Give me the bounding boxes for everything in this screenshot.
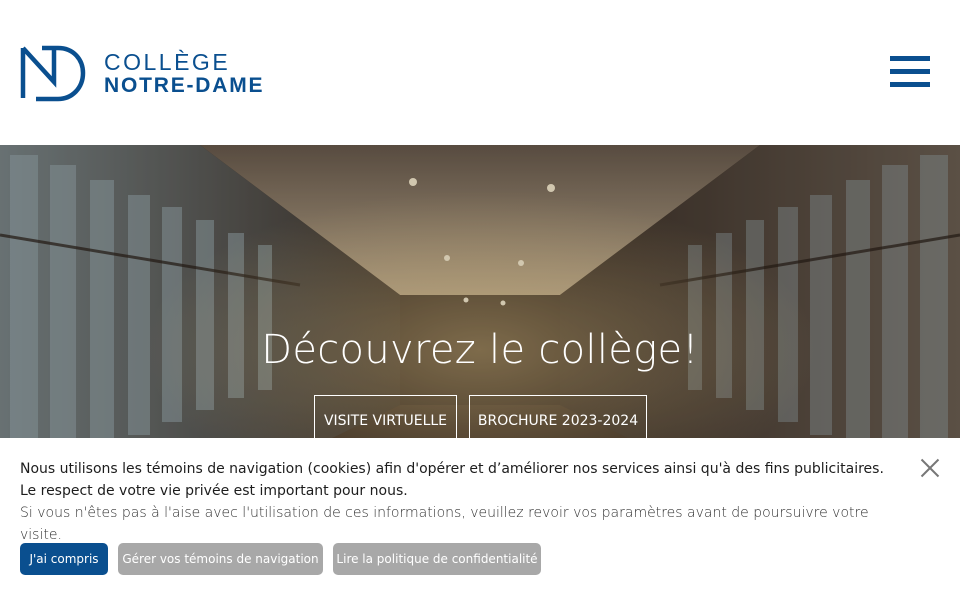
site-header: COLLÈGE NOTRE-DAME	[0, 0, 960, 145]
close-icon[interactable]	[918, 456, 942, 480]
cookie-consent-banner: Nous utilisons les témoins de navigation…	[0, 438, 960, 600]
cookie-main-text: Nous utilisons les témoins de navigation…	[20, 461, 884, 499]
hamburger-menu-icon[interactable]	[890, 56, 930, 88]
nd-monogram-logo	[20, 45, 86, 102]
college-logo-link[interactable]: COLLÈGE NOTRE-DAME	[20, 44, 280, 104]
cookie-secondary-text: Si vous n'êtes pas à l'aise avec l'utili…	[20, 505, 869, 543]
manage-cookies-button[interactable]: Gérer vos témoins de navigation	[118, 543, 323, 575]
accept-cookies-button[interactable]: J'ai compris	[20, 543, 108, 575]
logo-line-notre-dame: NOTRE-DAME	[104, 74, 265, 97]
privacy-policy-button[interactable]: Lire la politique de confidentialité	[333, 543, 541, 575]
logo-line-college: COLLÈGE	[104, 49, 231, 75]
hero-title: Découvrez le collège!	[261, 327, 699, 373]
